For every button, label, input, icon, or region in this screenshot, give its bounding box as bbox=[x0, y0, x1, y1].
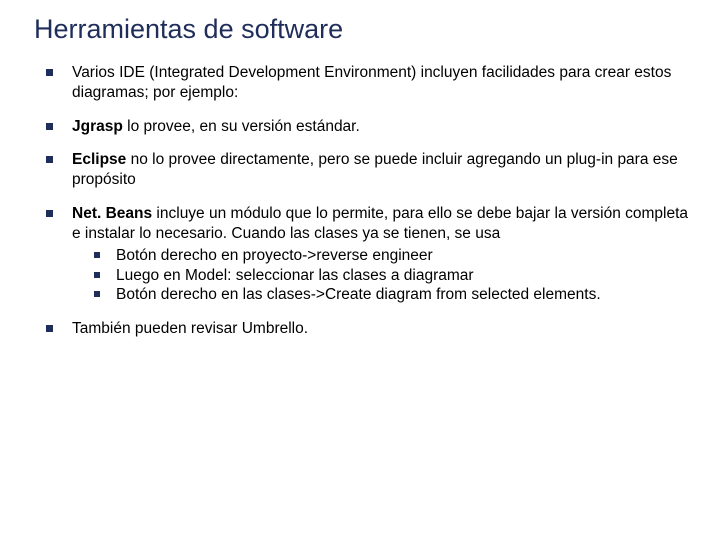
list-item: Botón derecho en las clases->Create diag… bbox=[94, 285, 692, 305]
list-item: Varios IDE (Integrated Development Envir… bbox=[46, 63, 692, 103]
item-text: Varios IDE (Integrated Development Envir… bbox=[72, 64, 671, 101]
list-item: Net. Beans incluye un módulo que lo perm… bbox=[46, 204, 692, 305]
item-text: incluye un módulo que lo permite, para e… bbox=[72, 205, 688, 242]
list-item: Botón derecho en proyecto->reverse engin… bbox=[94, 246, 692, 266]
item-text: Luego en Model: seleccionar las clases a… bbox=[116, 267, 474, 284]
list-item: Jgrasp lo provee, en su versión estándar… bbox=[46, 117, 692, 137]
slide: Herramientas de software Varios IDE (Int… bbox=[0, 0, 720, 339]
item-bold: Jgrasp bbox=[72, 118, 123, 135]
item-bold: Eclipse bbox=[72, 151, 126, 168]
item-text: Botón derecho en las clases->Create diag… bbox=[116, 286, 601, 303]
bullet-list: Varios IDE (Integrated Development Envir… bbox=[46, 63, 692, 339]
list-item: También pueden revisar Umbrello. bbox=[46, 319, 692, 339]
item-text: También pueden revisar Umbrello. bbox=[72, 320, 308, 337]
item-text: lo provee, en su versión estándar. bbox=[123, 118, 360, 135]
sub-list: Botón derecho en proyecto->reverse engin… bbox=[94, 246, 692, 305]
item-text: no lo provee directamente, pero se puede… bbox=[72, 151, 678, 188]
list-item: Luego en Model: seleccionar las clases a… bbox=[94, 266, 692, 286]
list-item: Eclipse no lo provee directamente, pero … bbox=[46, 150, 692, 190]
item-text: Botón derecho en proyecto->reverse engin… bbox=[116, 247, 433, 264]
item-bold: Net. Beans bbox=[72, 205, 152, 222]
slide-title: Herramientas de software bbox=[34, 14, 692, 45]
